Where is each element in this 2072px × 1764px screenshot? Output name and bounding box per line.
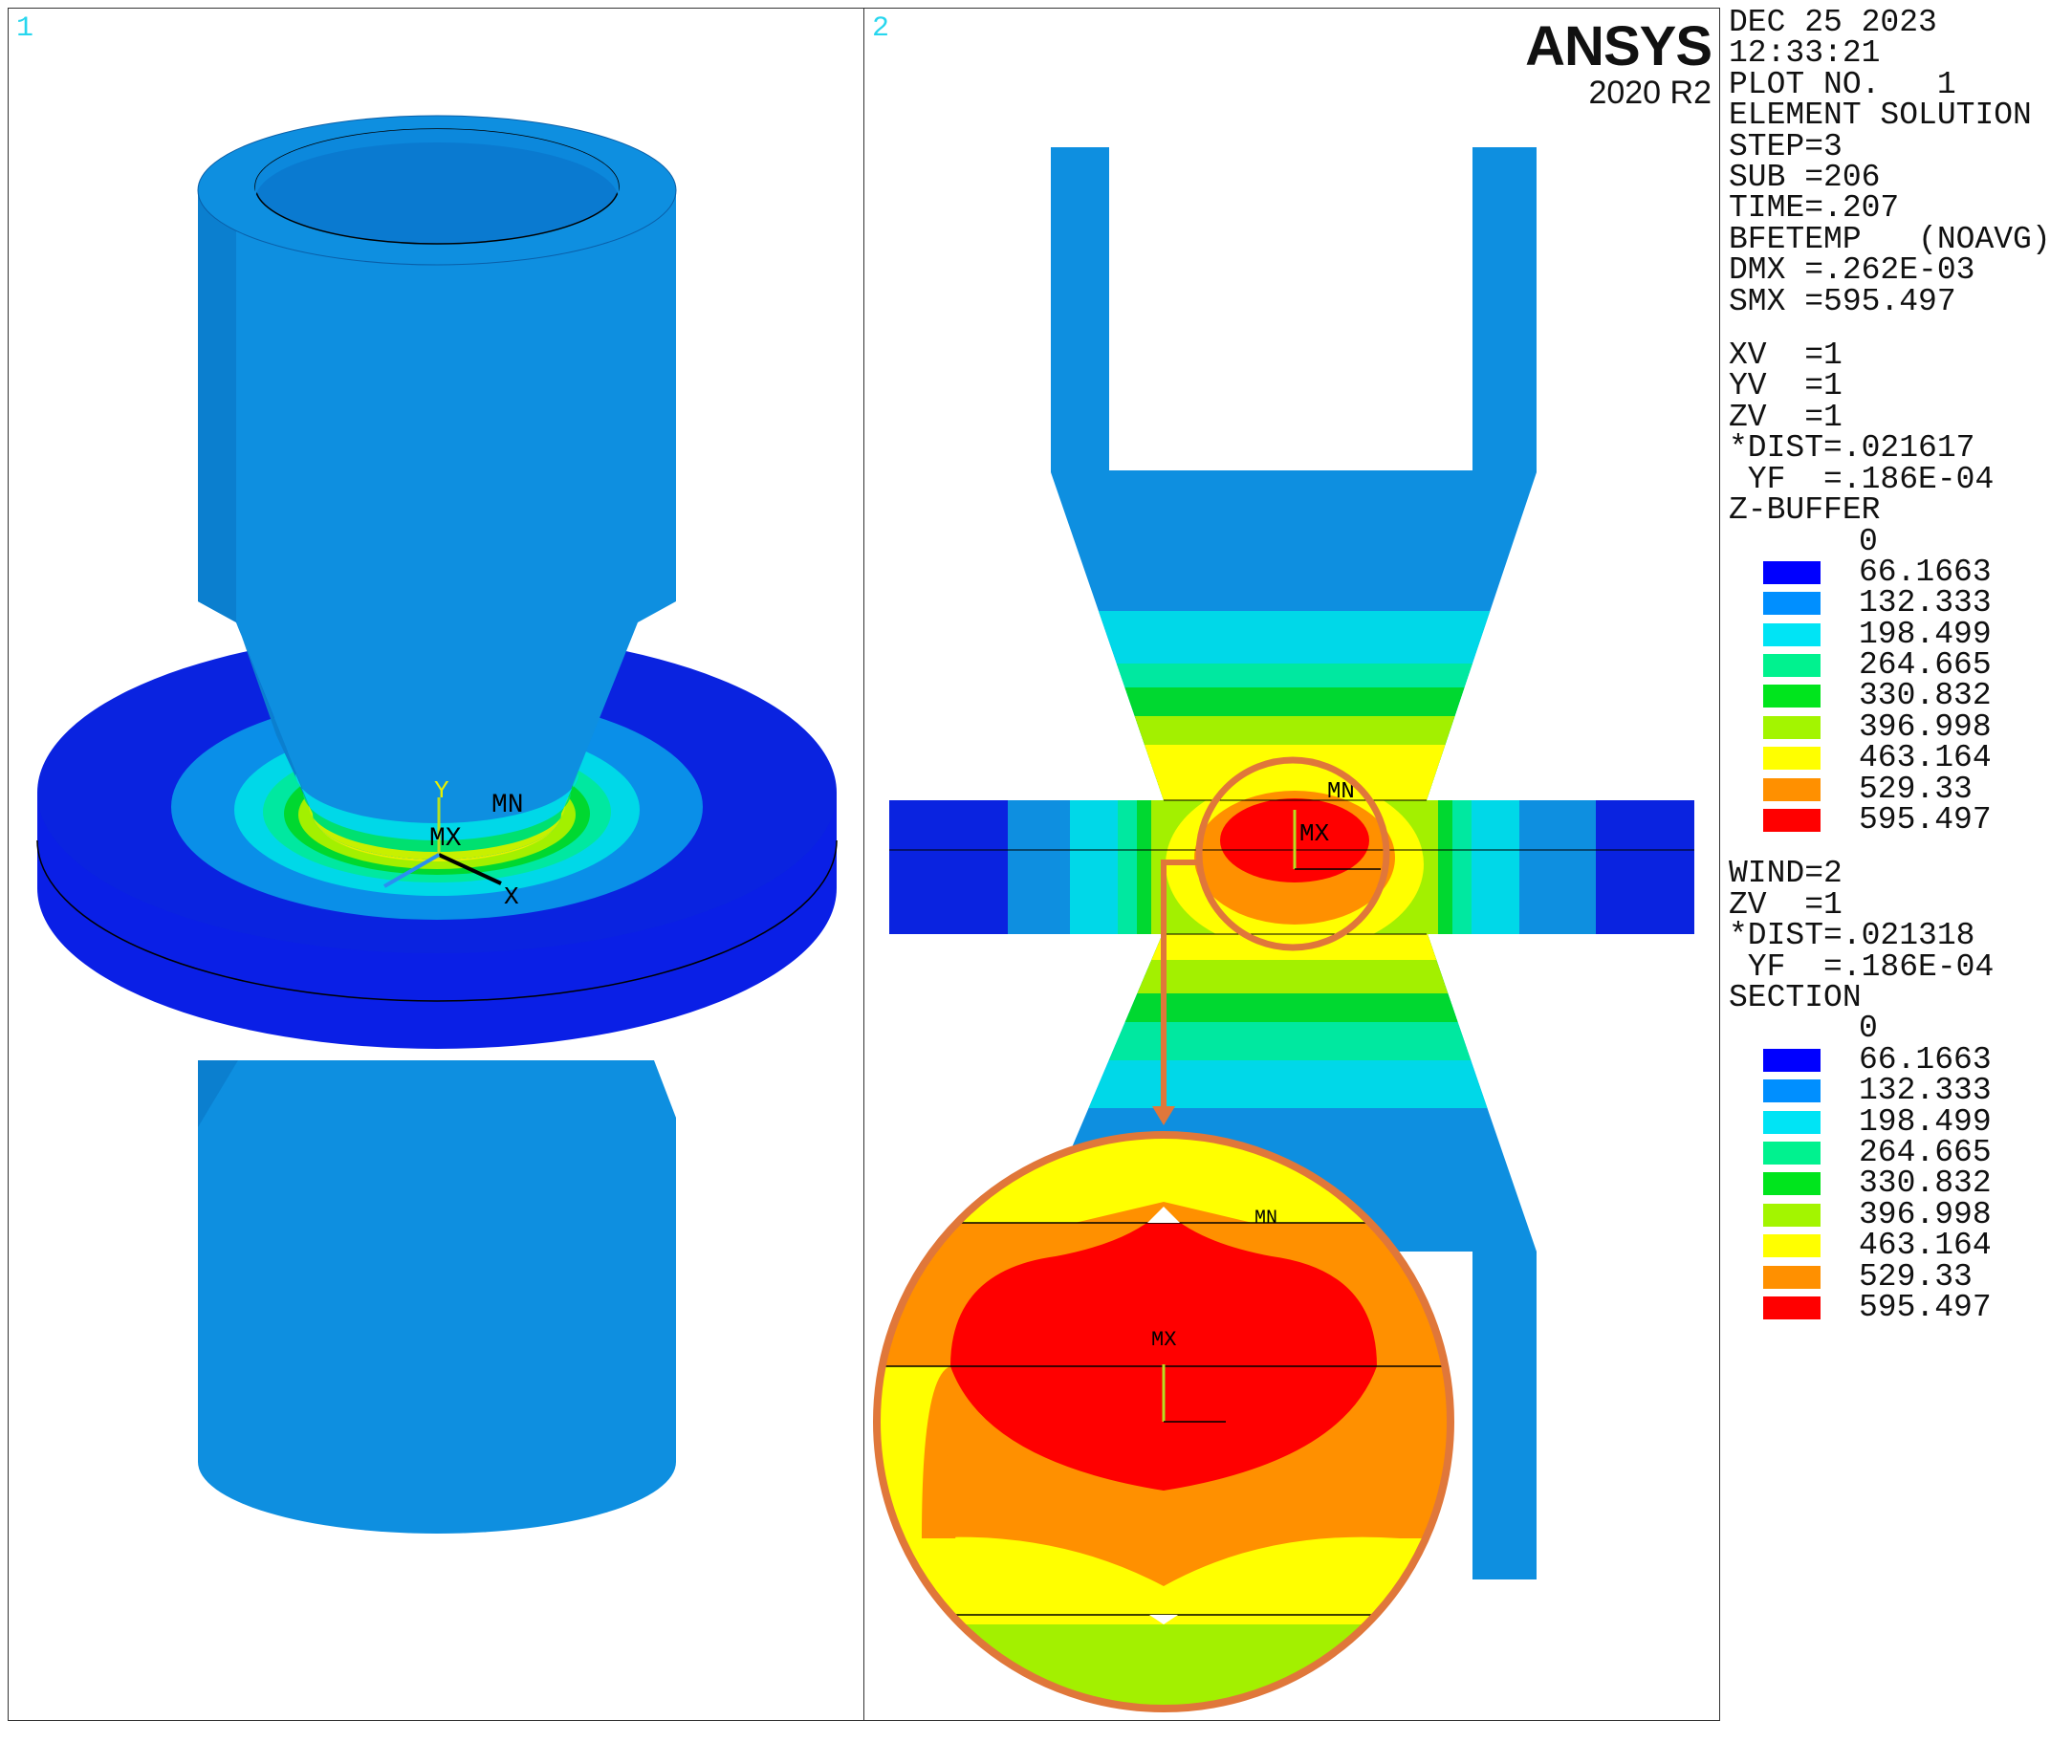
legend1-row: 595.497 xyxy=(1729,802,2068,838)
w1-mode: Z-BUFFER xyxy=(1729,492,1881,529)
info-panel: DEC 25 2023 12:33:21 PLOT NO. 1 ELEMENT … xyxy=(1729,5,2068,1323)
legend1-swatch xyxy=(1763,654,1821,678)
legend1-row: 396.998 xyxy=(1729,708,2068,745)
legend1-value: 330.832 xyxy=(1859,678,1992,714)
legend2-row: 264.665 xyxy=(1729,1135,2068,1171)
triad-y-label: Y xyxy=(434,776,449,805)
legend2-row: 396.998 xyxy=(1729,1196,2068,1232)
info-dmx: DMX =.262E-03 xyxy=(1729,252,1975,289)
legend1-row: 264.665 xyxy=(1729,647,2068,684)
section-mx-label: MX xyxy=(1299,819,1330,848)
w1-yf: YF =.186E-04 xyxy=(1729,461,1995,497)
legend2-swatch xyxy=(1763,1172,1821,1196)
w2-yf: YF =.186E-04 xyxy=(1729,948,1995,985)
legend1-row: 330.832 xyxy=(1729,678,2068,714)
zoom-mn-label: MN xyxy=(1254,1208,1277,1230)
mx-label: MX xyxy=(429,824,462,854)
legend1-swatch xyxy=(1763,685,1821,708)
legend2-swatch xyxy=(1763,1142,1821,1165)
legend2-row: 529.33 xyxy=(1729,1258,2068,1295)
w2-mode: SECTION xyxy=(1729,980,1862,1016)
legend1-value: 264.665 xyxy=(1859,647,1992,684)
legend1-value: 132.333 xyxy=(1859,585,1992,621)
legend2-value: 264.665 xyxy=(1859,1135,1992,1171)
w1-yv: YV =1 xyxy=(1729,368,1843,404)
legend2-row: 132.333 xyxy=(1729,1073,2068,1109)
info-solution-type: ELEMENT SOLUTION xyxy=(1729,98,2032,134)
legend1-row: 132.333 xyxy=(1729,585,2068,621)
legend2-swatch xyxy=(1763,1079,1821,1103)
window2-block: WIND=2 ZV =1 *DIST=.021318 YF =.186E-04 … xyxy=(1729,856,2068,1016)
legend1-row: 529.33 xyxy=(1729,771,2068,807)
legend1-swatch xyxy=(1763,747,1821,771)
legend2-row: 198.499 xyxy=(1729,1103,2068,1140)
legend2-value: 529.33 xyxy=(1859,1258,1973,1295)
model-section-view[interactable]: MX MN MX MN xyxy=(864,9,1720,1721)
legend1-value: 198.499 xyxy=(1859,616,1992,652)
info-date: DEC 25 2023 xyxy=(1729,5,1937,40)
legend1-value: 66.1663 xyxy=(1859,554,1992,590)
w1-dist: *DIST=.021617 xyxy=(1729,430,1975,467)
info-time-value: TIME=.207 xyxy=(1729,190,1900,227)
mn-label: MN xyxy=(491,791,524,820)
w1-xv: XV =1 xyxy=(1729,338,1843,374)
legend2-value: 463.164 xyxy=(1859,1228,1992,1264)
legend2-row: 66.1663 xyxy=(1729,1041,2068,1078)
legend2-swatch xyxy=(1763,1203,1821,1227)
w2-zv: ZV =1 xyxy=(1729,886,1843,923)
legend2-swatch xyxy=(1763,1234,1821,1258)
legend2-value: 198.499 xyxy=(1859,1103,1992,1140)
legend2-row: 463.164 xyxy=(1729,1230,2068,1261)
legend1-swatch xyxy=(1763,592,1821,616)
upper-grip xyxy=(1051,147,1537,800)
legend2-value: 396.998 xyxy=(1859,1196,1992,1232)
legend2-swatch xyxy=(1763,1110,1821,1134)
info-smx: SMX =595.497 xyxy=(1729,283,1956,319)
legend1-swatch xyxy=(1763,715,1821,739)
viewport-1[interactable]: 1 Y X MN MX xyxy=(8,8,864,1721)
viewport-2[interactable]: 2 ANSYS 2020 R2 MX MN MX MN xyxy=(863,8,1720,1721)
window1-block: XV =1 YV =1 ZV =1 *DIST=.021617 YF =.186… xyxy=(1729,338,2068,529)
legend1-value: 463.164 xyxy=(1859,740,1992,776)
model-3d-view[interactable]: Y X MN MX xyxy=(9,9,864,1721)
legend1-swatch xyxy=(1763,809,1821,833)
legend1-swatch xyxy=(1763,560,1821,584)
w1-zv: ZV =1 xyxy=(1729,399,1843,435)
legend1-value: 595.497 xyxy=(1859,802,1992,838)
lower-cylinder xyxy=(198,1060,676,1534)
info-result-item: BFETEMP (NOAVG) xyxy=(1729,221,2051,257)
legend2-swatch xyxy=(1763,1296,1821,1319)
legend2-row: 330.832 xyxy=(1729,1165,2068,1202)
legend1-row: 463.164 xyxy=(1729,740,2068,776)
triad-x-label: X xyxy=(504,882,519,911)
info-time: 12:33:21 xyxy=(1729,35,1881,72)
legend2-value: 595.497 xyxy=(1859,1289,1992,1325)
info-plot-no: PLOT NO. 1 xyxy=(1729,66,1956,102)
legend1-top-value: 0 xyxy=(1859,523,1878,559)
legend2-row: 595.497 xyxy=(1729,1289,2068,1325)
w2-dist: *DIST=.021318 xyxy=(1729,918,1975,954)
legend2-value: 66.1663 xyxy=(1859,1041,1992,1078)
info-step: STEP=3 xyxy=(1729,128,1843,164)
header-block: DEC 25 2023 12:33:21 PLOT NO. 1 ELEMENT … xyxy=(1729,5,2068,319)
legend1-value: 529.33 xyxy=(1859,771,1973,807)
w2-wind: WIND=2 xyxy=(1729,856,1843,892)
legend1-value: 396.998 xyxy=(1859,708,1992,745)
legend1-swatch xyxy=(1763,777,1821,801)
legend-2: 0 66.1663 132.333 198.499 264.665 330.83… xyxy=(1729,1013,2068,1323)
legend2-swatch xyxy=(1763,1048,1821,1072)
legend1-row: 198.499 xyxy=(1729,616,2068,652)
zoom-mx-label: MX xyxy=(1151,1328,1176,1352)
legend2-value: 330.832 xyxy=(1859,1165,1992,1202)
legend-1: 0 66.1663 132.333 198.499 264.665 330.83… xyxy=(1729,523,2068,838)
legend1-swatch xyxy=(1763,622,1821,646)
legend1-row: 66.1663 xyxy=(1729,554,2068,590)
legend2-swatch xyxy=(1763,1265,1821,1289)
legend2-value: 132.333 xyxy=(1859,1073,1992,1109)
info-sub: SUB =206 xyxy=(1729,160,1881,196)
legend2-top-value: 0 xyxy=(1859,1011,1878,1047)
